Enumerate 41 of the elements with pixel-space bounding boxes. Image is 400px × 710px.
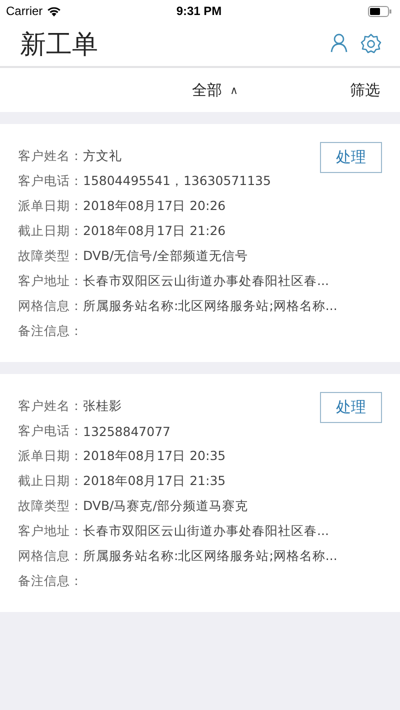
field-label: 备注信息： <box>18 323 83 340</box>
field-label: 派单日期： <box>18 448 83 465</box>
filter-button[interactable]: 筛选 <box>350 80 380 100</box>
field-label: 故障类型： <box>18 248 83 265</box>
field-label: 故障类型： <box>18 498 83 515</box>
field-label: 派单日期： <box>18 198 83 215</box>
field-value: 2018年08月17日 21:35 <box>83 473 226 490</box>
carrier-label: Carrier <box>6 4 43 18</box>
field-value: 2018年08月17日 20:26 <box>83 198 226 215</box>
category-dropdown[interactable]: 全部 ∧ <box>0 80 350 100</box>
field-label: 截止日期： <box>18 223 83 240</box>
field-label: 客户地址： <box>18 273 83 290</box>
user-icon[interactable] <box>330 33 348 53</box>
wifi-icon <box>46 6 61 16</box>
field-value: 长春市双阳区云山街道办事处春阳社区春... <box>83 273 329 290</box>
field-value: DVB/马赛克/部分频道马赛克 <box>83 498 248 515</box>
field-label: 客户电话： <box>18 173 83 190</box>
field-value: 2018年08月17日 21:26 <box>83 223 226 240</box>
process-button[interactable]: 处理 <box>320 392 382 423</box>
battery-icon <box>368 6 392 16</box>
field-value: 所属服务站名称:北区网络服务站;网格名称... <box>83 548 338 565</box>
field-label: 备注信息： <box>18 573 83 590</box>
settings-icon[interactable] <box>360 33 382 55</box>
page-title: 新工单 <box>20 28 98 62</box>
field-value: 长春市双阳区云山街道办事处春阳社区春... <box>83 523 329 540</box>
field-value: 2018年08月17日 20:35 <box>83 448 226 465</box>
field-label: 客户姓名： <box>18 398 83 415</box>
process-button[interactable]: 处理 <box>320 142 382 173</box>
field-label: 客户电话： <box>18 423 83 440</box>
field-value: 15804495541，13630571135 <box>83 173 271 190</box>
field-value: 13258847077 <box>83 424 170 439</box>
field-label: 客户姓名： <box>18 148 83 165</box>
field-value: 张桂影 <box>83 398 122 415</box>
field-value: 方文礼 <box>83 148 122 165</box>
field-label: 网格信息： <box>18 298 83 315</box>
field-value: 所属服务站名称:北区网络服务站;网格名称... <box>83 298 338 315</box>
field-value: DVB/无信号/全部频道无信号 <box>83 248 248 265</box>
field-label: 客户地址： <box>18 523 83 540</box>
field-label: 网格信息： <box>18 548 83 565</box>
field-label: 截止日期： <box>18 473 83 490</box>
status-time: 9:31 PM <box>176 4 222 18</box>
